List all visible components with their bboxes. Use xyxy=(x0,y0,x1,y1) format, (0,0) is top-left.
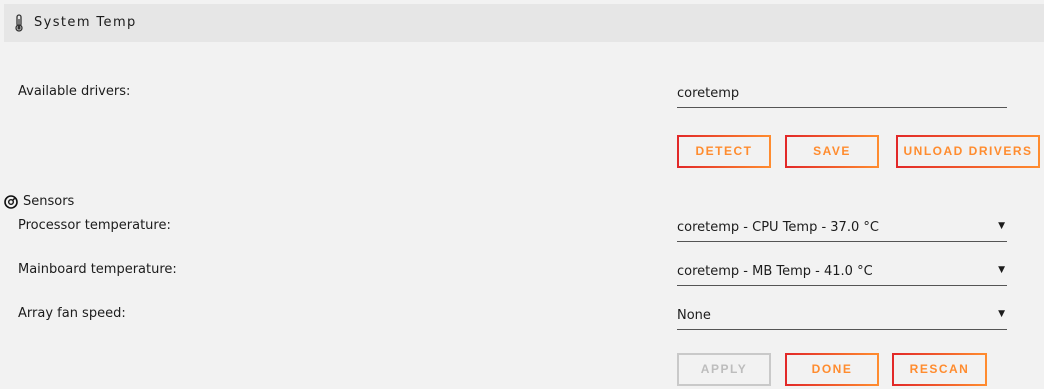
mainboard-temperature-select[interactable]: coretemp - MB Temp - 41.0 °C ▼ xyxy=(677,262,1007,286)
save-button[interactable]: SAVE xyxy=(785,135,879,168)
available-drivers-value: coretemp xyxy=(677,86,740,101)
done-button[interactable]: DONE xyxy=(785,353,879,386)
sensors-heading-label: Sensors xyxy=(23,194,75,209)
apply-button[interactable]: APPLY xyxy=(677,353,771,386)
processor-temperature-select[interactable]: coretemp - CPU Temp - 37.0 °C ▼ xyxy=(677,218,1007,242)
rescan-button[interactable]: RESCAN xyxy=(892,353,987,386)
processor-temperature-label: Processor temperature: xyxy=(18,218,171,233)
thermometer-icon xyxy=(15,14,23,32)
available-drivers-label: Available drivers: xyxy=(18,84,131,99)
detect-button[interactable]: DETECT xyxy=(677,135,771,168)
dropdown-arrow-icon: ▼ xyxy=(998,265,1005,275)
processor-temperature-value: coretemp - CPU Temp - 37.0 °C xyxy=(677,220,879,235)
array-fan-speed-select[interactable]: None ▼ xyxy=(677,306,1007,330)
mainboard-temperature-value: coretemp - MB Temp - 41.0 °C xyxy=(677,264,873,279)
array-fan-speed-label: Array fan speed: xyxy=(18,306,126,321)
mainboard-temperature-label: Mainboard temperature: xyxy=(18,262,177,277)
unload-drivers-button[interactable]: UNLOAD DRIVERS xyxy=(896,135,1040,168)
dropdown-arrow-icon: ▼ xyxy=(998,309,1005,319)
gauge-icon xyxy=(4,195,18,209)
page-title: System Temp xyxy=(34,15,137,30)
section-header: System Temp xyxy=(4,4,1044,42)
dropdown-arrow-icon: ▼ xyxy=(998,221,1005,231)
available-drivers-field: coretemp xyxy=(677,84,1007,108)
array-fan-speed-value: None xyxy=(677,308,711,323)
